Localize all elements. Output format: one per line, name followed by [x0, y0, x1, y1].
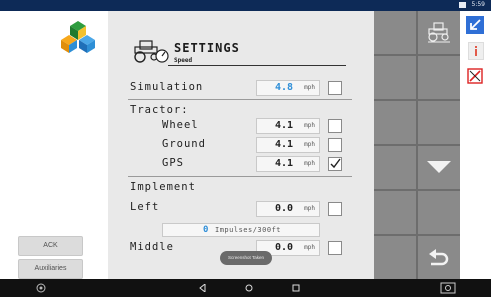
- recents-icon[interactable]: [292, 284, 300, 292]
- softkey-9[interactable]: [374, 191, 416, 234]
- title-divider: [168, 65, 346, 66]
- middle-checkbox[interactable]: [328, 241, 342, 255]
- info-button[interactable]: [468, 42, 484, 60]
- gps-checkbox[interactable]: [328, 157, 342, 171]
- right-toolbar: [460, 11, 491, 279]
- tractor-speed-icon: [134, 40, 169, 63]
- screenshot-icon[interactable]: [440, 282, 456, 294]
- gps-value-field[interactable]: 4.1 mph: [256, 156, 320, 172]
- app-logo-icon: [61, 21, 95, 53]
- impulses-unit: Impulses/300ft: [215, 226, 282, 234]
- impulses-value: 0: [203, 225, 209, 235]
- tractor-label: Tractor:: [130, 104, 189, 116]
- page-title: SETTINGS: [174, 41, 240, 55]
- softkey-scroll-down[interactable]: [418, 146, 460, 189]
- gps-unit: mph: [304, 160, 315, 167]
- ground-unit: mph: [304, 141, 315, 148]
- info-icon: [475, 46, 477, 56]
- left-value-field[interactable]: 0.0 mph: [256, 201, 320, 217]
- simulation-value-field[interactable]: 4.8 mph: [256, 80, 320, 96]
- softkey-10[interactable]: [418, 191, 460, 234]
- simulation-unit: mph: [304, 84, 315, 91]
- left-unit: mph: [304, 205, 315, 212]
- softkey-return[interactable]: [418, 236, 460, 279]
- wheel-value-field[interactable]: 4.1 mph: [256, 118, 320, 134]
- return-icon: [429, 249, 449, 266]
- gps-value: 4.1: [274, 158, 293, 169]
- wheel-value: 4.1: [274, 120, 293, 131]
- softkey-column: [374, 11, 460, 279]
- middle-unit: mph: [304, 244, 315, 251]
- middle-value: 0.0: [274, 242, 293, 253]
- softkey-1[interactable]: [374, 11, 416, 54]
- left-value: 0.0: [274, 203, 293, 214]
- left-checkbox[interactable]: [328, 202, 342, 216]
- wheel-checkbox[interactable]: [328, 119, 342, 133]
- page-subtitle: Speed: [174, 57, 193, 64]
- wheel-label: Wheel: [162, 119, 199, 131]
- chevron-down-icon: [427, 161, 451, 173]
- battery-icon: [459, 2, 466, 8]
- edit-icon: [467, 68, 483, 84]
- middle-label: Middle: [130, 241, 174, 253]
- gps-label: GPS: [162, 157, 184, 169]
- screenshot-toast: Screenshot Taken: [220, 251, 272, 265]
- status-time: 5:59: [471, 1, 485, 8]
- collapse-button[interactable]: [466, 16, 484, 34]
- settings-panel: SETTINGS Speed Simulation 4.8 mph Tracto…: [108, 11, 374, 279]
- implement-label: Implement: [130, 181, 196, 193]
- softkey-3[interactable]: [374, 56, 416, 99]
- simulation-value: 4.8: [274, 82, 293, 93]
- shutdown-icon[interactable]: [36, 283, 46, 293]
- softkey-11[interactable]: [374, 236, 416, 279]
- softkey-6[interactable]: [418, 101, 460, 144]
- edit-button[interactable]: [467, 68, 483, 84]
- softkey-5[interactable]: [374, 101, 416, 144]
- auxiliaries-button[interactable]: Auxiliaries: [18, 259, 83, 279]
- softkey-tractor-reset[interactable]: [418, 11, 460, 54]
- ground-value-field[interactable]: 4.1 mph: [256, 137, 320, 153]
- ground-value: 4.1: [274, 139, 293, 150]
- tractor-reset-icon: [428, 22, 450, 43]
- arrow-down-left-icon: [470, 19, 481, 30]
- status-bar: 5:59: [0, 0, 491, 11]
- home-icon[interactable]: [245, 284, 253, 292]
- ground-label: Ground: [162, 138, 206, 150]
- back-icon[interactable]: [199, 284, 207, 292]
- wheel-unit: mph: [304, 122, 315, 129]
- checkmark-icon: [330, 158, 341, 169]
- android-nav-bar: [0, 279, 491, 297]
- ground-checkbox[interactable]: [328, 138, 342, 152]
- simulation-label: Simulation: [130, 81, 204, 93]
- impulses-field[interactable]: 0 Impulses/300ft: [162, 223, 320, 237]
- softkey-7[interactable]: [374, 146, 416, 189]
- softkey-4[interactable]: [418, 56, 460, 99]
- left-sidebar: ACK Auxiliaries: [0, 11, 108, 279]
- section-divider: [128, 99, 352, 100]
- left-label: Left: [130, 201, 160, 213]
- ack-button[interactable]: ACK: [18, 236, 83, 256]
- simulation-checkbox[interactable]: [328, 81, 342, 95]
- section-divider: [128, 176, 352, 177]
